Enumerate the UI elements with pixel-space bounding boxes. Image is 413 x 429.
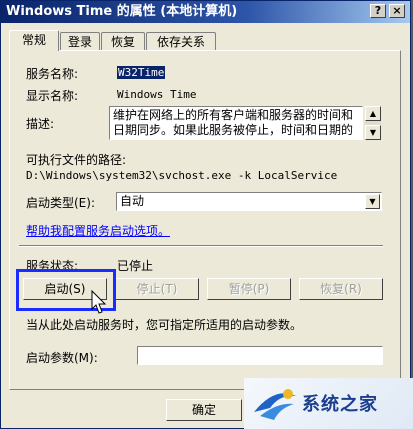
ok-button[interactable]: 确定 [166,399,242,421]
startup-type-select[interactable]: 自动 ▼ [116,192,382,211]
startup-type-value: 自动 [120,194,145,208]
startup-type-label: 启动类型(E): [26,196,95,210]
tab-general[interactable]: 常规 [9,30,59,51]
service-status-value: 已停止 [117,259,154,273]
service-name-value[interactable]: W32Time [117,66,166,79]
mouse-cursor-icon [91,290,107,314]
service-properties-dialog: Windows Time 的属性 (本地计算机) ? × 常规 登录 恢复 依存… [0,0,411,429]
help-button[interactable]: ? [370,4,386,18]
tab-dependencies[interactable]: 依存关系 [146,32,216,50]
help-configure-link[interactable]: 帮助我配置服务启动选项。 [26,222,170,239]
divider [19,245,383,247]
watermark-logo-icon [254,389,296,420]
window-title: Windows Time 的属性 (本地计算机) [6,4,238,19]
scroll-down-icon[interactable]: ▼ [365,125,381,140]
watermark: 系统之家 [244,378,413,429]
title-bar: Windows Time 的属性 (本地计算机) ? × [1,1,410,23]
resume-button[interactable]: 恢复(R) [299,278,383,300]
start-params-label: 启动参数(M): [26,351,98,365]
chevron-down-icon[interactable]: ▼ [365,194,380,209]
path-value: D:\Windows\system32\svchost.exe -k Local… [26,169,338,182]
tab-recovery[interactable]: 恢复 [101,32,145,50]
display-name-value[interactable]: Windows Time [117,88,196,101]
watermark-text: 系统之家 [302,394,378,415]
tab-logon[interactable]: 登录 [60,32,100,50]
stop-button[interactable]: 停止(T) [115,278,199,300]
pause-button[interactable]: 暂停(P) [207,278,291,300]
start-params-hint: 当从此处启动服务时，您可指定所适用的启动参数。 [26,318,303,332]
description-scrollbar[interactable]: ▲ ▼ [365,106,381,140]
scroll-up-icon[interactable]: ▲ [365,106,381,121]
description-box[interactable]: 维护在网络上的所有客户端和服务器的时间和日期同步。如果此服务被停止，时间和日期的 [109,106,363,140]
start-params-input[interactable] [137,346,383,365]
path-label: 可执行文件的路径: [26,153,127,167]
close-button[interactable]: × [389,4,405,18]
service-name-label: 服务名称: [26,67,79,81]
display-name-label: 显示名称: [26,89,79,103]
description-label: 描述: [26,117,55,131]
